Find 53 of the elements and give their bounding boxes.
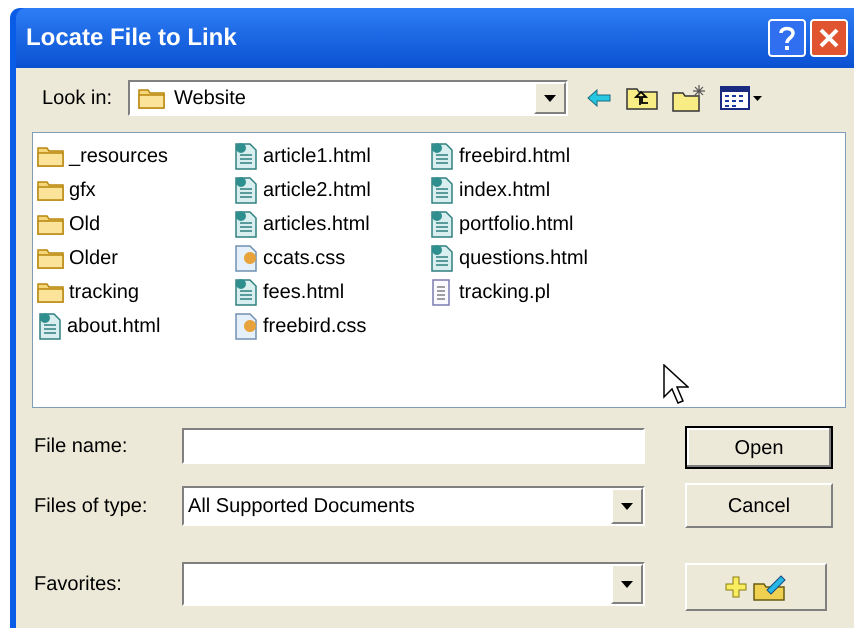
view-menu-icon[interactable] (720, 85, 764, 111)
file-item[interactable]: tracking (37, 275, 233, 309)
add-favorite-button[interactable] (685, 563, 827, 611)
file-item[interactable]: articles.html (233, 207, 429, 241)
web-document-icon (233, 175, 259, 205)
look-in-dropdown[interactable]: Website (128, 80, 568, 116)
files-of-type-dropdown[interactable]: All Supported Documents (182, 486, 645, 526)
file-name-label: File name: (33, 434, 128, 459)
file-item[interactable]: Old (37, 207, 233, 241)
dropdown-arrow-icon (621, 502, 633, 510)
favorites-dropdown[interactable] (182, 562, 645, 606)
web-document-icon (429, 243, 455, 273)
back-arrow-icon[interactable] (586, 88, 612, 108)
web-document-icon (37, 311, 63, 341)
new-folder-icon[interactable] (672, 83, 706, 113)
file-item[interactable]: about.html (37, 309, 233, 343)
file-item[interactable]: index.html (429, 173, 625, 207)
question-mark-icon (778, 25, 796, 51)
open-button[interactable]: Open (685, 426, 833, 469)
close-button[interactable] (810, 19, 848, 57)
close-icon (818, 27, 840, 49)
web-document-icon (429, 141, 455, 171)
file-item[interactable]: _resources (37, 139, 233, 173)
cancel-button[interactable]: Cancel (685, 483, 833, 528)
look-in-value: Website (174, 86, 246, 111)
help-button[interactable] (768, 19, 806, 57)
file-item[interactable]: article2.html (233, 173, 429, 207)
file-item[interactable]: article1.html (233, 139, 429, 173)
files-of-type-label: Files of type: (33, 494, 148, 519)
file-item[interactable]: Older (37, 241, 233, 275)
favorites-label: Favorites: (33, 572, 123, 597)
stylesheet-icon (233, 311, 259, 341)
file-item[interactable]: questions.html (429, 241, 625, 275)
file-item[interactable]: gfx (37, 173, 233, 207)
file-item[interactable]: ccats.css (233, 241, 429, 275)
files-of-type-value: All Supported Documents (187, 494, 416, 519)
file-name-field[interactable] (182, 428, 645, 464)
file-item[interactable]: freebird.html (429, 139, 625, 173)
web-document-icon (429, 209, 455, 239)
web-document-icon (429, 175, 455, 205)
file-item[interactable]: fees.html (233, 275, 429, 309)
web-document-icon (233, 141, 259, 171)
dropdown-arrow-icon (544, 94, 556, 102)
look-in-label: Look in: (41, 86, 114, 111)
file-item[interactable]: tracking.pl (429, 275, 625, 309)
dropdown-arrow-icon (621, 580, 633, 588)
web-document-icon (233, 277, 259, 307)
plus-icon (725, 576, 747, 598)
file-item[interactable]: freebird.css (233, 309, 429, 343)
stylesheet-icon (233, 243, 259, 273)
window-title: Locate File to Link (26, 23, 238, 53)
web-document-icon (233, 209, 259, 239)
file-item[interactable]: portfolio.html (429, 207, 625, 241)
